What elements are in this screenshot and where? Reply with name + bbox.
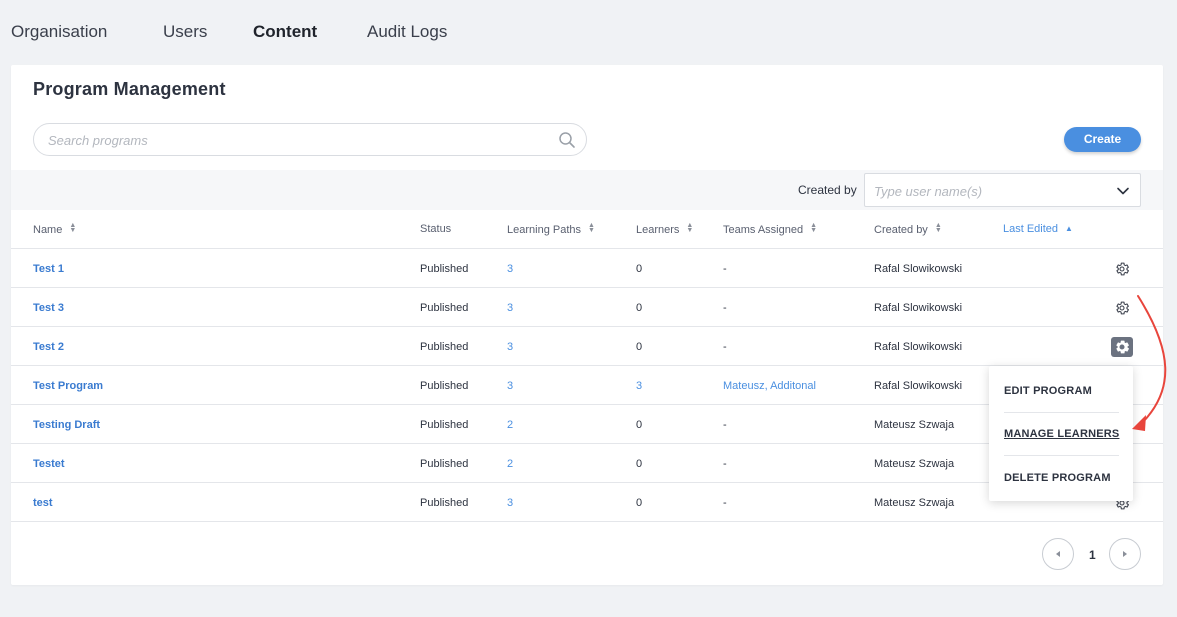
created-by-input[interactable]: [874, 182, 1104, 200]
program-management-card: Program Management Create Created by Nam…: [11, 65, 1163, 585]
table-row: Test 2 Published 3 0 - Rafal Slowikowski: [11, 327, 1163, 366]
tab-users[interactable]: Users: [163, 22, 207, 42]
column-header-name[interactable]: Name ▲ ▼: [33, 222, 77, 236]
learning-paths-link[interactable]: 3: [507, 263, 513, 275]
table-row: Test 3 Published 3 0 - Rafal Slowikowski: [11, 288, 1163, 327]
sort-icon: ▲ ▼: [69, 222, 77, 234]
learning-paths-link[interactable]: 3: [507, 302, 513, 314]
created-by: Rafal Slowikowski: [874, 341, 963, 353]
learners-count: 0: [636, 263, 643, 275]
next-page-button[interactable]: [1109, 538, 1141, 570]
column-header-created-by[interactable]: Created by ▲ ▼: [874, 222, 942, 236]
table-row: Test 1 Published 3 0 - Rafal Slowikowski: [11, 249, 1163, 288]
manage-learners-menu-item[interactable]: MANAGE LEARNERS: [1004, 428, 1119, 440]
caret-left-icon: [1056, 551, 1060, 557]
created-by: Mateusz Szwaja: [874, 497, 955, 509]
created-by: Rafal Slowikowski: [874, 263, 963, 275]
sort-icon: ▲ ▼: [934, 222, 942, 234]
created-by-filter-label: Created by: [798, 183, 857, 197]
column-header-teams-assigned[interactable]: Teams Assigned ▲ ▼: [723, 222, 818, 236]
page-title: Program Management: [33, 79, 226, 99]
column-label: Last Edited: [1003, 223, 1059, 235]
learners-count: 0: [636, 302, 643, 314]
status-text: Published: [420, 419, 469, 431]
teams-assigned: -: [723, 419, 727, 431]
teams-assigned: -: [723, 302, 727, 314]
search-box: [33, 123, 587, 156]
sort-icon: ▲ ▼: [686, 222, 694, 234]
program-name-link[interactable]: Testing Draft: [33, 419, 100, 431]
table-header: Name ▲ ▼ Status Learning Paths ▲ ▼ Learners ▲…: [11, 210, 1163, 249]
column-label: Created by: [874, 224, 928, 236]
search-input[interactable]: [48, 131, 548, 149]
create-button[interactable]: Create: [1064, 127, 1141, 152]
current-page[interactable]: 1: [1089, 548, 1096, 562]
column-header-learning-paths[interactable]: Learning Paths ▲ ▼: [507, 222, 595, 236]
created-by: Rafal Slowikowski: [874, 380, 963, 392]
edit-program-menu-item[interactable]: EDIT PROGRAM: [1004, 385, 1092, 397]
status-text: Published: [420, 263, 469, 275]
search-icon[interactable]: [558, 131, 576, 149]
previous-page-button[interactable]: [1042, 538, 1074, 570]
teams-assigned-link[interactable]: Mateusz, Additonal: [723, 380, 816, 392]
column-label: Learning Paths: [507, 224, 581, 236]
teams-assigned: -: [723, 497, 727, 509]
column-header-learners[interactable]: Learners ▲ ▼: [636, 222, 694, 236]
learners-count-link[interactable]: 3: [636, 380, 642, 392]
learners-count: 0: [636, 458, 643, 470]
learners-count: 0: [636, 419, 643, 431]
learners-count: 0: [636, 341, 643, 353]
teams-assigned: -: [723, 341, 727, 353]
column-label: Name: [33, 224, 63, 236]
delete-program-menu-item[interactable]: DELETE PROGRAM: [1004, 472, 1111, 484]
tab-audit-logs[interactable]: Audit Logs: [367, 22, 447, 42]
top-navigation: Organisation Users Content Audit Logs: [0, 0, 1177, 65]
gear-icon[interactable]: [1111, 259, 1133, 279]
teams-assigned: -: [723, 263, 727, 275]
tab-content[interactable]: Content: [253, 22, 317, 42]
gear-icon[interactable]: [1111, 298, 1133, 318]
menu-divider: [1004, 455, 1119, 456]
column-label: Learners: [636, 224, 680, 236]
sort-icon: ▲ ▼: [810, 222, 818, 234]
learning-paths-link[interactable]: 3: [507, 497, 513, 509]
column-header-status: Status: [420, 223, 451, 235]
gear-icon[interactable]: [1111, 337, 1133, 357]
learners-count: 0: [636, 497, 643, 509]
status-text: Published: [420, 458, 469, 470]
status-text: Published: [420, 380, 469, 392]
status-text: Published: [420, 341, 469, 353]
status-text: Published: [420, 497, 469, 509]
created-by: Mateusz Szwaja: [874, 419, 955, 431]
program-actions-menu: EDIT PROGRAM MANAGE LEARNERS DELETE PROG…: [989, 366, 1133, 501]
column-header-last-edited[interactable]: Last Edited ▲: [1003, 223, 1073, 235]
learning-paths-link[interactable]: 3: [507, 380, 513, 392]
program-name-link[interactable]: Test 1: [33, 263, 64, 275]
program-name-link[interactable]: test: [33, 497, 53, 509]
created-by: Mateusz Szwaja: [874, 458, 955, 470]
column-label: Teams Assigned: [723, 224, 804, 236]
teams-assigned: -: [723, 458, 727, 470]
filter-bar: Created by: [11, 170, 1163, 210]
menu-divider: [1004, 412, 1119, 413]
learning-paths-link[interactable]: 2: [507, 419, 513, 431]
sort-icon: ▲ ▼: [588, 222, 595, 234]
sort-ascending-icon: ▲: [1065, 224, 1073, 233]
caret-right-icon: [1123, 551, 1127, 557]
program-name-link[interactable]: Testet: [33, 458, 65, 470]
program-name-link[interactable]: Test 3: [33, 302, 64, 314]
chevron-down-icon[interactable]: [1116, 184, 1130, 198]
program-name-link[interactable]: Test 2: [33, 341, 64, 353]
created-by-filter[interactable]: [864, 173, 1141, 207]
program-name-link[interactable]: Test Program: [33, 380, 103, 392]
status-text: Published: [420, 302, 469, 314]
learning-paths-link[interactable]: 2: [507, 458, 513, 470]
created-by: Rafal Slowikowski: [874, 302, 963, 314]
learning-paths-link[interactable]: 3: [507, 341, 513, 353]
column-label: Status: [420, 223, 452, 235]
tab-organisation[interactable]: Organisation: [11, 22, 107, 42]
